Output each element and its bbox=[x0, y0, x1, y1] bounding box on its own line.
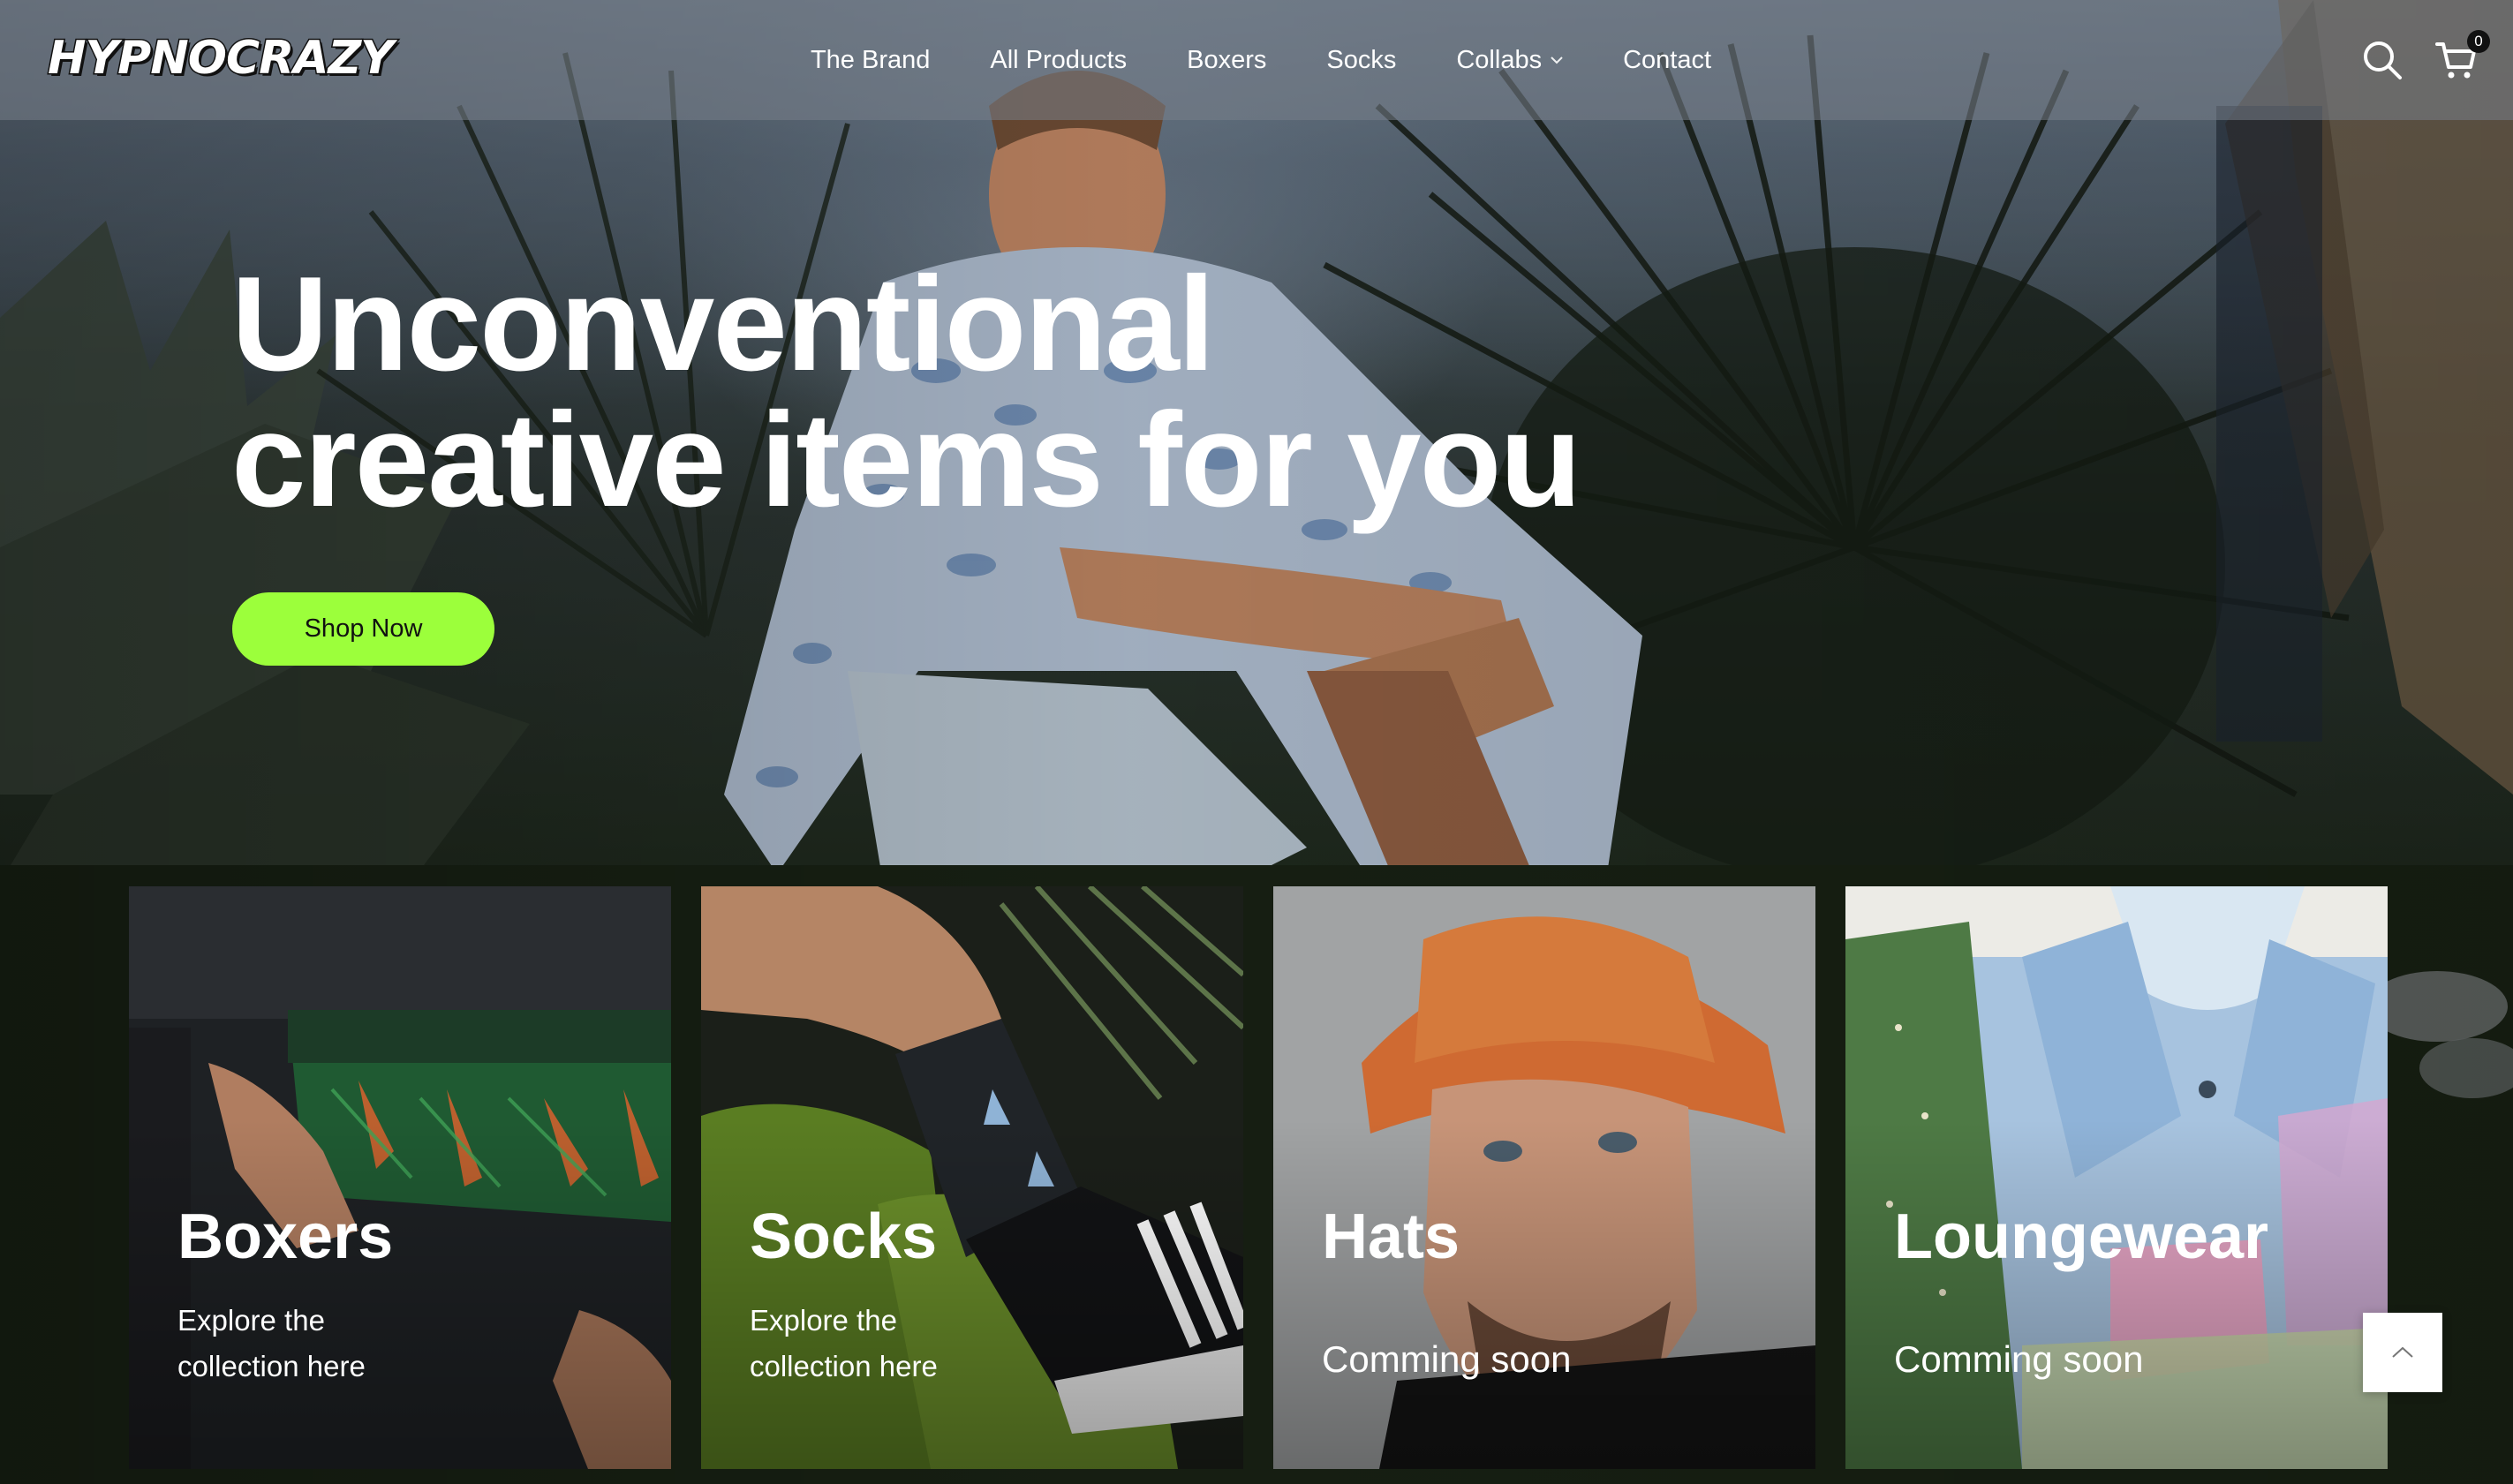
site-header: HYPNOCRAZY The Brand All Products Boxers… bbox=[0, 0, 2513, 120]
nav-item-label: All Products bbox=[990, 45, 1128, 74]
back-to-top-button[interactable] bbox=[2363, 1313, 2442, 1392]
main-nav: The Brand All Products Boxers Socks Coll… bbox=[0, 0, 2513, 120]
shop-now-button[interactable]: Shop Now bbox=[232, 592, 494, 666]
nav-item-collabs[interactable]: Collabs bbox=[1456, 46, 1563, 75]
chevron-up-icon bbox=[2392, 1346, 2413, 1358]
category-subtitle: Explore the collection here bbox=[750, 1304, 938, 1382]
nav-item-boxers[interactable]: Boxers bbox=[1187, 46, 1266, 75]
hero-title-line-1: Unconventional bbox=[231, 249, 1215, 399]
hero-title: Unconventional creative items for you bbox=[231, 256, 1732, 528]
nav-item-socks[interactable]: Socks bbox=[1326, 46, 1396, 75]
nav-item-the-brand[interactable]: The Brand bbox=[811, 46, 930, 75]
nav-item-label: The Brand bbox=[810, 45, 931, 74]
category-card-boxers[interactable]: Boxers Explore the collection here bbox=[129, 886, 671, 1469]
category-card-socks[interactable]: Socks Explore the collection here bbox=[701, 886, 1243, 1469]
hero-title-line-2: creative items for you bbox=[231, 385, 1581, 535]
chevron-down-icon bbox=[1551, 56, 1563, 64]
search-icon bbox=[2364, 41, 2402, 79]
cart-count-badge: 0 bbox=[2467, 30, 2490, 53]
category-card-loungewear[interactable]: Loungewear Comming soon bbox=[1845, 886, 2388, 1469]
category-subtitle: Comming soon bbox=[1322, 1338, 1572, 1380]
category-title: Boxers bbox=[177, 1202, 394, 1272]
category-subtitle: Explore the collection here bbox=[177, 1304, 366, 1382]
header-icons: 0 bbox=[2361, 0, 2490, 120]
cart-button[interactable]: 0 bbox=[2435, 30, 2490, 81]
search-button[interactable] bbox=[2361, 39, 2404, 81]
category-title: Hats bbox=[1322, 1202, 1460, 1272]
nav-item-label: Boxers bbox=[1187, 45, 1267, 74]
nav-item-label: Contact bbox=[1623, 45, 1712, 74]
nav-item-label: Socks bbox=[1326, 45, 1397, 74]
category-cards: Boxers Explore the collection here Socks… bbox=[129, 886, 2388, 1469]
category-title: Loungewear bbox=[1894, 1202, 2269, 1272]
nav-item-label: Collabs bbox=[1456, 45, 1543, 74]
category-title: Socks bbox=[750, 1202, 938, 1272]
nav-item-contact[interactable]: Contact bbox=[1623, 46, 1711, 75]
nav-item-all-products[interactable]: All Products bbox=[990, 46, 1127, 75]
category-subtitle: Comming soon bbox=[1894, 1338, 2144, 1380]
category-card-hats[interactable]: Hats Comming soon bbox=[1273, 886, 1815, 1469]
